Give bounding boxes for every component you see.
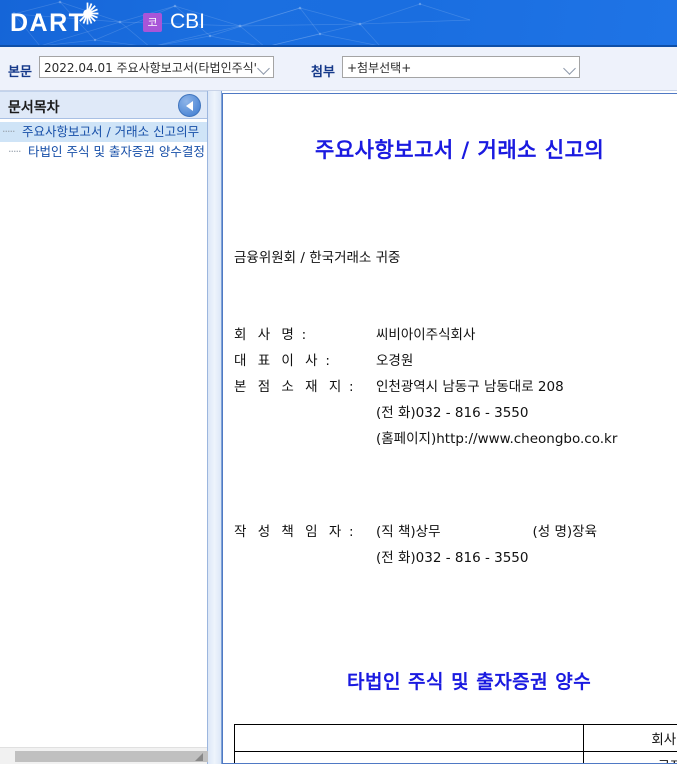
field-value: (전 화)032 - 816 - 3550 [376,405,529,421]
attachment-label: 첨부 [311,65,335,80]
field-company-name: 회 사 명 : 씨비아이주식회사 [234,322,617,348]
field-value: 오경원 [376,353,414,369]
field-writer-position: (직 책)상무 [376,524,441,540]
toc-horizontal-scrollbar[interactable] [0,747,515,764]
field-homepage: (홈페이지)http://www.cheongbo.co.kr [234,426,617,452]
table-cell-header: 회사명 [583,724,677,752]
document-addressee: 금융위원회 / 한국거래소 귀중 [234,250,401,266]
document-title: 주요사항보고서 / 거래소 신고의 [315,138,605,162]
document-select-value: 2022.04.01 주요사항보고서(타법인주식' [44,60,257,75]
viewer-body: 문서목차 ····· 주요사항보고서 / 거래소 신고의무 ····· 타법인 … [0,91,677,764]
table-cell-header: 국적 [583,751,677,763]
panel-splitter[interactable] [208,91,222,764]
field-value: 인천광역시 남동구 남동대로 208 [376,379,564,395]
resize-grip-icon[interactable] [194,752,205,763]
field-label: 대 표 이 사 : [234,353,330,369]
toc-list: ····· 주요사항보고서 / 거래소 신고의무 ····· 타법인 주식 및 … [0,119,207,162]
acquisition-table: 회사명 국적 [234,724,677,763]
chevron-down-icon [563,60,577,74]
table-row: 국적 [234,751,677,763]
attachment-select[interactable]: +첨부선택+ [342,56,580,78]
market-badge: 코 [143,13,162,32]
writer-info-block: 작 성 책 임 자 : (직 책)상무 (성 명)장육 (전 화)032 - 816… [234,519,597,571]
header-network-pattern [12,0,471,45]
toc-connector-icon: ····· [8,145,22,158]
toc-title: 문서목차 [8,100,60,116]
dart-logo-text: DART [10,8,86,37]
field-label: 본 점 소 재 지 : [234,379,354,395]
field-label: 회 사 명 : [234,327,307,343]
dart-logo[interactable]: DART [10,7,85,39]
company-info-block: 회 사 명 : 씨비아이주식회사 대 표 이 사 : 오경원 본 점 소 재 지 :… [234,322,617,452]
table-cell-blank [234,724,584,752]
field-label: 작 성 책 임 자 : [234,524,354,540]
field-phone: (전 화)032 - 816 - 3550 [234,400,617,426]
toc-sidebar: 문서목차 ····· 주요사항보고서 / 거래소 신고의무 ····· 타법인 … [0,91,515,764]
table-cell-blank [234,751,584,763]
dart-viewer-window: DART 코 CBI 본문 2022.04.01 주요사항보고서(타법인주식' … [0,0,677,764]
toc-item-main-report[interactable]: ····· 주요사항보고서 / 거래소 신고의무 [0,122,207,142]
field-writer-name: (성 명)장육 [532,524,598,540]
toc-item-label: 타법인 주식 및 출자증권 양수결정 [28,144,205,159]
toc-item-label: 주요사항보고서 / 거래소 신고의무 [22,124,200,139]
field-head-office: 본 점 소 재 지 : 인천광역시 남동구 남동대로 208 [234,374,617,400]
document-subtitle: 타법인 주식 및 출자증권 양수 [347,671,592,693]
field-writer: 작 성 책 임 자 : (직 책)상무 (성 명)장육 [234,519,597,545]
toc-sidebar-header: 문서목차 [0,91,207,119]
toc-connector-icon: ····· [2,125,16,138]
chevron-left-icon[interactable] [178,94,201,117]
app-header: DART 코 CBI [0,0,677,47]
field-value: 씨비아이주식회사 [376,327,476,343]
field-ceo: 대 표 이 사 : 오경원 [234,348,617,374]
attachment-select-value: +첨부선택+ [347,60,412,75]
corp-name: CBI [170,10,206,33]
field-writer-phone: (전 화)032 - 816 - 3550 [234,545,597,571]
document-content-panel: 주요사항보고서 / 거래소 신고의 금융위원회 / 한국거래소 귀중 회 사 명… [222,93,677,764]
sunburst-icon [79,2,99,25]
chevron-down-icon [257,60,271,74]
document-select[interactable]: 2022.04.01 주요사항보고서(타법인주식' [39,56,274,78]
field-value: (홈페이지)http://www.cheongbo.co.kr [376,431,618,447]
table-row: 회사명 [234,724,677,752]
field-value: (전 화)032 - 816 - 3550 [376,550,529,566]
viewer-toolbar: 본문 2022.04.01 주요사항보고서(타법인주식' 첨부 +첨부선택+ [0,47,677,91]
toc-item-share-acquisition[interactable]: ····· 타법인 주식 및 출자증권 양수결정 [0,142,207,162]
document-page: 주요사항보고서 / 거래소 신고의 금융위원회 / 한국거래소 귀중 회 사 명… [223,94,677,763]
body-label: 본문 [8,65,32,80]
